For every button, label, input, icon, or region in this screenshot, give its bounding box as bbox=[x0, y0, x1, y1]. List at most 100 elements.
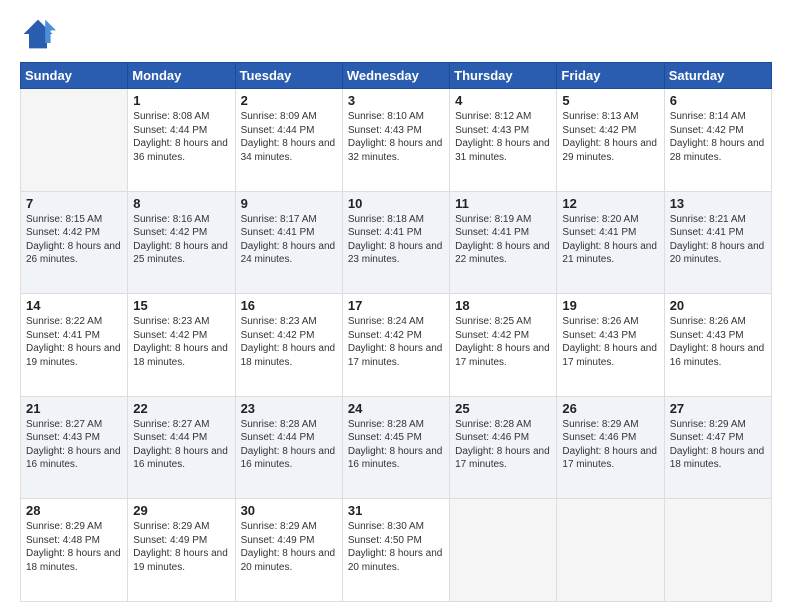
sunrise: Sunrise: 8:27 AM bbox=[26, 419, 102, 430]
sunrise: Sunrise: 8:26 AM bbox=[562, 316, 638, 327]
day-number: 29 bbox=[133, 503, 229, 518]
sunset: Sunset: 4:41 PM bbox=[26, 330, 100, 341]
sunset: Sunset: 4:42 PM bbox=[133, 330, 207, 341]
day-info: Sunrise: 8:23 AM Sunset: 4:42 PM Dayligh… bbox=[241, 315, 337, 369]
sunrise: Sunrise: 8:28 AM bbox=[348, 419, 424, 430]
day-info: Sunrise: 8:10 AM Sunset: 4:43 PM Dayligh… bbox=[348, 110, 444, 164]
sunrise: Sunrise: 8:16 AM bbox=[133, 214, 209, 225]
calendar-cell: 1 Sunrise: 8:08 AM Sunset: 4:44 PM Dayli… bbox=[128, 89, 235, 192]
calendar-cell bbox=[664, 499, 771, 602]
daylight: Daylight: 8 hours and 18 minutes. bbox=[26, 548, 121, 573]
day-number: 17 bbox=[348, 298, 444, 313]
day-info: Sunrise: 8:28 AM Sunset: 4:44 PM Dayligh… bbox=[241, 418, 337, 472]
sunset: Sunset: 4:42 PM bbox=[26, 227, 100, 238]
day-info: Sunrise: 8:13 AM Sunset: 4:42 PM Dayligh… bbox=[562, 110, 658, 164]
daylight: Daylight: 8 hours and 16 minutes. bbox=[670, 343, 765, 368]
sunset: Sunset: 4:41 PM bbox=[670, 227, 744, 238]
day-info: Sunrise: 8:29 AM Sunset: 4:49 PM Dayligh… bbox=[241, 520, 337, 574]
sunrise: Sunrise: 8:29 AM bbox=[670, 419, 746, 430]
sunset: Sunset: 4:43 PM bbox=[562, 330, 636, 341]
daylight: Daylight: 8 hours and 16 minutes. bbox=[241, 446, 336, 471]
daylight: Daylight: 8 hours and 16 minutes. bbox=[133, 446, 228, 471]
calendar-cell: 13 Sunrise: 8:21 AM Sunset: 4:41 PM Dayl… bbox=[664, 191, 771, 294]
day-info: Sunrise: 8:26 AM Sunset: 4:43 PM Dayligh… bbox=[670, 315, 766, 369]
day-info: Sunrise: 8:12 AM Sunset: 4:43 PM Dayligh… bbox=[455, 110, 551, 164]
calendar-cell: 25 Sunrise: 8:28 AM Sunset: 4:46 PM Dayl… bbox=[450, 396, 557, 499]
sunrise: Sunrise: 8:12 AM bbox=[455, 111, 531, 122]
sunset: Sunset: 4:47 PM bbox=[670, 432, 744, 443]
daylight: Daylight: 8 hours and 25 minutes. bbox=[133, 241, 228, 266]
day-info: Sunrise: 8:09 AM Sunset: 4:44 PM Dayligh… bbox=[241, 110, 337, 164]
week-row-2: 7 Sunrise: 8:15 AM Sunset: 4:42 PM Dayli… bbox=[21, 191, 772, 294]
day-number: 28 bbox=[26, 503, 122, 518]
sunrise: Sunrise: 8:08 AM bbox=[133, 111, 209, 122]
sunset: Sunset: 4:44 PM bbox=[241, 125, 315, 136]
sunset: Sunset: 4:42 PM bbox=[562, 125, 636, 136]
day-info: Sunrise: 8:28 AM Sunset: 4:46 PM Dayligh… bbox=[455, 418, 551, 472]
sunrise: Sunrise: 8:26 AM bbox=[670, 316, 746, 327]
day-number: 26 bbox=[562, 401, 658, 416]
day-info: Sunrise: 8:19 AM Sunset: 4:41 PM Dayligh… bbox=[455, 213, 551, 267]
logo-icon bbox=[20, 16, 56, 52]
calendar: SundayMondayTuesdayWednesdayThursdayFrid… bbox=[20, 62, 772, 602]
daylight: Daylight: 8 hours and 32 minutes. bbox=[348, 138, 443, 163]
sunset: Sunset: 4:43 PM bbox=[670, 330, 744, 341]
day-info: Sunrise: 8:29 AM Sunset: 4:46 PM Dayligh… bbox=[562, 418, 658, 472]
sunrise: Sunrise: 8:10 AM bbox=[348, 111, 424, 122]
daylight: Daylight: 8 hours and 21 minutes. bbox=[562, 241, 657, 266]
calendar-cell: 12 Sunrise: 8:20 AM Sunset: 4:41 PM Dayl… bbox=[557, 191, 664, 294]
sunrise: Sunrise: 8:19 AM bbox=[455, 214, 531, 225]
calendar-cell: 2 Sunrise: 8:09 AM Sunset: 4:44 PM Dayli… bbox=[235, 89, 342, 192]
day-info: Sunrise: 8:30 AM Sunset: 4:50 PM Dayligh… bbox=[348, 520, 444, 574]
day-info: Sunrise: 8:29 AM Sunset: 4:49 PM Dayligh… bbox=[133, 520, 229, 574]
day-number: 14 bbox=[26, 298, 122, 313]
calendar-cell: 19 Sunrise: 8:26 AM Sunset: 4:43 PM Dayl… bbox=[557, 294, 664, 397]
weekday-tuesday: Tuesday bbox=[235, 63, 342, 89]
day-number: 11 bbox=[455, 196, 551, 211]
sunset: Sunset: 4:41 PM bbox=[562, 227, 636, 238]
sunrise: Sunrise: 8:21 AM bbox=[670, 214, 746, 225]
weekday-wednesday: Wednesday bbox=[342, 63, 449, 89]
daylight: Daylight: 8 hours and 18 minutes. bbox=[670, 446, 765, 471]
day-number: 23 bbox=[241, 401, 337, 416]
calendar-cell: 29 Sunrise: 8:29 AM Sunset: 4:49 PM Dayl… bbox=[128, 499, 235, 602]
daylight: Daylight: 8 hours and 23 minutes. bbox=[348, 241, 443, 266]
calendar-cell bbox=[450, 499, 557, 602]
day-info: Sunrise: 8:29 AM Sunset: 4:47 PM Dayligh… bbox=[670, 418, 766, 472]
day-number: 21 bbox=[26, 401, 122, 416]
day-number: 27 bbox=[670, 401, 766, 416]
day-info: Sunrise: 8:28 AM Sunset: 4:45 PM Dayligh… bbox=[348, 418, 444, 472]
day-info: Sunrise: 8:18 AM Sunset: 4:41 PM Dayligh… bbox=[348, 213, 444, 267]
day-number: 13 bbox=[670, 196, 766, 211]
day-number: 19 bbox=[562, 298, 658, 313]
calendar-cell: 26 Sunrise: 8:29 AM Sunset: 4:46 PM Dayl… bbox=[557, 396, 664, 499]
sunrise: Sunrise: 8:20 AM bbox=[562, 214, 638, 225]
sunset: Sunset: 4:49 PM bbox=[133, 535, 207, 546]
day-number: 4 bbox=[455, 93, 551, 108]
sunrise: Sunrise: 8:23 AM bbox=[241, 316, 317, 327]
sunrise: Sunrise: 8:14 AM bbox=[670, 111, 746, 122]
daylight: Daylight: 8 hours and 28 minutes. bbox=[670, 138, 765, 163]
daylight: Daylight: 8 hours and 20 minutes. bbox=[670, 241, 765, 266]
day-info: Sunrise: 8:20 AM Sunset: 4:41 PM Dayligh… bbox=[562, 213, 658, 267]
week-row-1: 1 Sunrise: 8:08 AM Sunset: 4:44 PM Dayli… bbox=[21, 89, 772, 192]
daylight: Daylight: 8 hours and 31 minutes. bbox=[455, 138, 550, 163]
calendar-cell: 28 Sunrise: 8:29 AM Sunset: 4:48 PM Dayl… bbox=[21, 499, 128, 602]
sunrise: Sunrise: 8:17 AM bbox=[241, 214, 317, 225]
sunset: Sunset: 4:44 PM bbox=[133, 125, 207, 136]
day-number: 31 bbox=[348, 503, 444, 518]
daylight: Daylight: 8 hours and 20 minutes. bbox=[241, 548, 336, 573]
day-info: Sunrise: 8:21 AM Sunset: 4:41 PM Dayligh… bbox=[670, 213, 766, 267]
daylight: Daylight: 8 hours and 19 minutes. bbox=[26, 343, 121, 368]
sunrise: Sunrise: 8:09 AM bbox=[241, 111, 317, 122]
day-number: 3 bbox=[348, 93, 444, 108]
sunrise: Sunrise: 8:15 AM bbox=[26, 214, 102, 225]
sunset: Sunset: 4:48 PM bbox=[26, 535, 100, 546]
sunset: Sunset: 4:46 PM bbox=[562, 432, 636, 443]
sunset: Sunset: 4:41 PM bbox=[455, 227, 529, 238]
sunset: Sunset: 4:42 PM bbox=[241, 330, 315, 341]
sunrise: Sunrise: 8:25 AM bbox=[455, 316, 531, 327]
sunrise: Sunrise: 8:28 AM bbox=[455, 419, 531, 430]
sunset: Sunset: 4:49 PM bbox=[241, 535, 315, 546]
sunrise: Sunrise: 8:29 AM bbox=[241, 521, 317, 532]
